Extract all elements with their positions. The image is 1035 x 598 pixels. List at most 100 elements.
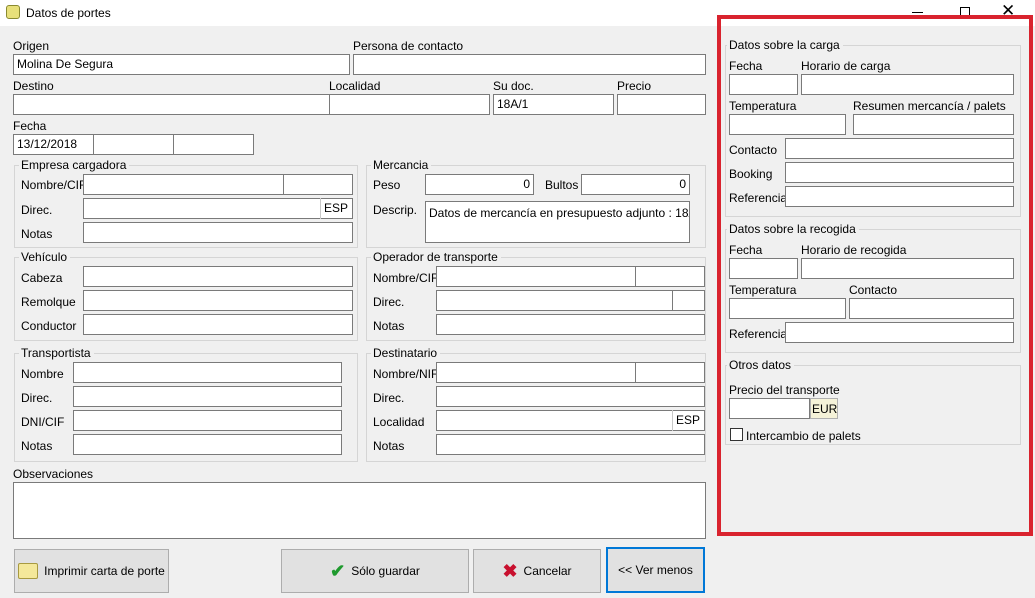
- operador-title: Operador de transporte: [371, 250, 501, 264]
- observaciones-textarea[interactable]: [13, 482, 706, 539]
- solo-guardar-button[interactable]: ✔ Sólo guardar: [281, 549, 469, 593]
- fecha-label: Fecha: [13, 119, 47, 133]
- imprimir-carta-button[interactable]: Imprimir carta de porte: [14, 549, 169, 593]
- otros-title: Otros datos: [727, 358, 795, 372]
- operador-notas-input[interactable]: [436, 314, 705, 335]
- empresa-notas-input[interactable]: [83, 222, 353, 243]
- transportista-notas-label: Notas: [21, 439, 53, 453]
- descrip-label: Descrip.: [373, 203, 418, 217]
- precio-input[interactable]: [617, 94, 706, 115]
- carga-temperatura-input[interactable]: [729, 114, 846, 135]
- operador-nombre-input[interactable]: [436, 266, 636, 287]
- destinatario-nombre-input[interactable]: [436, 362, 636, 383]
- empresa-direc-label: Direc.: [21, 203, 53, 217]
- destino-input[interactable]: [13, 94, 330, 115]
- recogida-title: Datos sobre la recogida: [727, 222, 859, 236]
- currency-badge: EUR: [810, 398, 838, 419]
- imprimir-carta-label: Imprimir carta de porte: [44, 564, 165, 578]
- transportista-dni-input[interactable]: [73, 410, 342, 431]
- transportista-nombre-input[interactable]: [73, 362, 342, 383]
- recogida-fecha-label: Fecha: [729, 243, 763, 257]
- destino-label: Destino: [13, 79, 54, 93]
- empresa-direc-input[interactable]: [83, 198, 353, 219]
- carga-title: Datos sobre la carga: [727, 38, 843, 52]
- intercambio-palets-label[interactable]: Intercambio de palets: [746, 429, 861, 443]
- carga-referencia-label: Referencia: [729, 191, 788, 205]
- window-title: Datos de portes: [26, 6, 111, 20]
- checkmark-icon: ✔: [330, 560, 346, 581]
- operador-direc-extra-input[interactable]: [672, 290, 705, 311]
- remolque-input[interactable]: [83, 290, 353, 311]
- origen-input[interactable]: Molina De Segura: [13, 54, 350, 75]
- precio-label: Precio: [617, 79, 652, 93]
- conductor-input[interactable]: [83, 314, 353, 335]
- fecha-input[interactable]: 13/12/2018: [13, 134, 94, 155]
- recogida-horario-label: Horario de recogida: [801, 243, 907, 257]
- bultos-label: Bultos: [545, 178, 579, 192]
- carga-fecha-label: Fecha: [729, 59, 763, 73]
- empresa-notas-label: Notas: [21, 227, 53, 241]
- recogida-temperatura-input[interactable]: [729, 298, 846, 319]
- solo-guardar-label: Sólo guardar: [351, 564, 420, 578]
- cancelar-label: Cancelar: [523, 564, 572, 578]
- cancel-x-icon: ✖: [502, 560, 518, 581]
- destinatario-direc-input[interactable]: [436, 386, 705, 407]
- recogida-horario-input[interactable]: [801, 258, 1014, 279]
- carga-contacto-input[interactable]: [785, 138, 1014, 159]
- recogida-referencia-label: Referencia: [729, 327, 788, 341]
- persona-contacto-input[interactable]: [353, 54, 706, 75]
- operador-nombre-label: Nombre/CIF: [373, 271, 439, 285]
- empresa-cargadora-title: Empresa cargadora: [19, 158, 130, 172]
- fecha-extra-input-2[interactable]: [173, 134, 254, 155]
- conductor-label: Conductor: [21, 319, 77, 333]
- intercambio-palets-checkbox[interactable]: [730, 428, 743, 441]
- recogida-fecha-input[interactable]: [729, 258, 798, 279]
- transportista-title: Transportista: [19, 346, 94, 360]
- precio-transporte-label: Precio del transporte: [729, 383, 840, 397]
- transportista-direc-label: Direc.: [21, 391, 53, 405]
- operador-direc-label: Direc.: [373, 295, 405, 309]
- transportista-nombre-label: Nombre: [21, 367, 64, 381]
- transportista-direc-input[interactable]: [73, 386, 342, 407]
- peso-input[interactable]: 0: [425, 174, 534, 195]
- descrip-textarea[interactable]: Datos de mercancía en presupuesto adjunt…: [425, 201, 690, 243]
- ver-menos-label: << Ver menos: [618, 563, 693, 577]
- transportista-notas-input[interactable]: [73, 434, 342, 455]
- carga-resumen-input[interactable]: [853, 114, 1014, 135]
- destinatario-notas-input[interactable]: [436, 434, 705, 455]
- destinatario-country-code: ESP: [672, 410, 703, 431]
- recogida-contacto-label: Contacto: [849, 283, 898, 297]
- carga-referencia-input[interactable]: [785, 186, 1014, 207]
- empresa-country-code: ESP: [320, 198, 351, 219]
- carga-horario-input[interactable]: [801, 74, 1014, 95]
- cabeza-input[interactable]: [83, 266, 353, 287]
- persona-contacto-label: Persona de contacto: [353, 39, 464, 53]
- localidad-input[interactable]: [329, 94, 490, 115]
- cancelar-button[interactable]: ✖ Cancelar: [473, 549, 601, 593]
- recogida-temperatura-label: Temperatura: [729, 283, 797, 297]
- origen-label: Origen: [13, 39, 50, 53]
- mercancia-title: Mercancia: [371, 158, 432, 172]
- destinatario-localidad-input[interactable]: [436, 410, 705, 431]
- carga-fecha-input[interactable]: [729, 74, 798, 95]
- app-icon: [6, 5, 20, 19]
- empresa-nombre-input[interactable]: [83, 174, 284, 195]
- empresa-cif-input[interactable]: [283, 174, 353, 195]
- ver-menos-button[interactable]: << Ver menos: [606, 547, 705, 593]
- destinatario-direc-label: Direc.: [373, 391, 405, 405]
- destinatario-nif-input[interactable]: [635, 362, 705, 383]
- operador-cif-input[interactable]: [635, 266, 705, 287]
- bultos-input[interactable]: 0: [581, 174, 690, 195]
- fecha-extra-input-1[interactable]: [93, 134, 174, 155]
- destinatario-title: Destinatario: [371, 346, 441, 360]
- minimize-icon[interactable]: [912, 12, 923, 13]
- su-doc-input[interactable]: 18A/1: [493, 94, 614, 115]
- precio-transporte-input[interactable]: [729, 398, 810, 419]
- su-doc-label: Su doc.: [493, 79, 534, 93]
- recogida-contacto-input[interactable]: [849, 298, 1014, 319]
- peso-label: Peso: [373, 178, 401, 192]
- recogida-referencia-input[interactable]: [785, 322, 1014, 343]
- carga-booking-label: Booking: [729, 167, 773, 181]
- operador-direc-input[interactable]: [436, 290, 673, 311]
- carga-booking-input[interactable]: [785, 162, 1014, 183]
